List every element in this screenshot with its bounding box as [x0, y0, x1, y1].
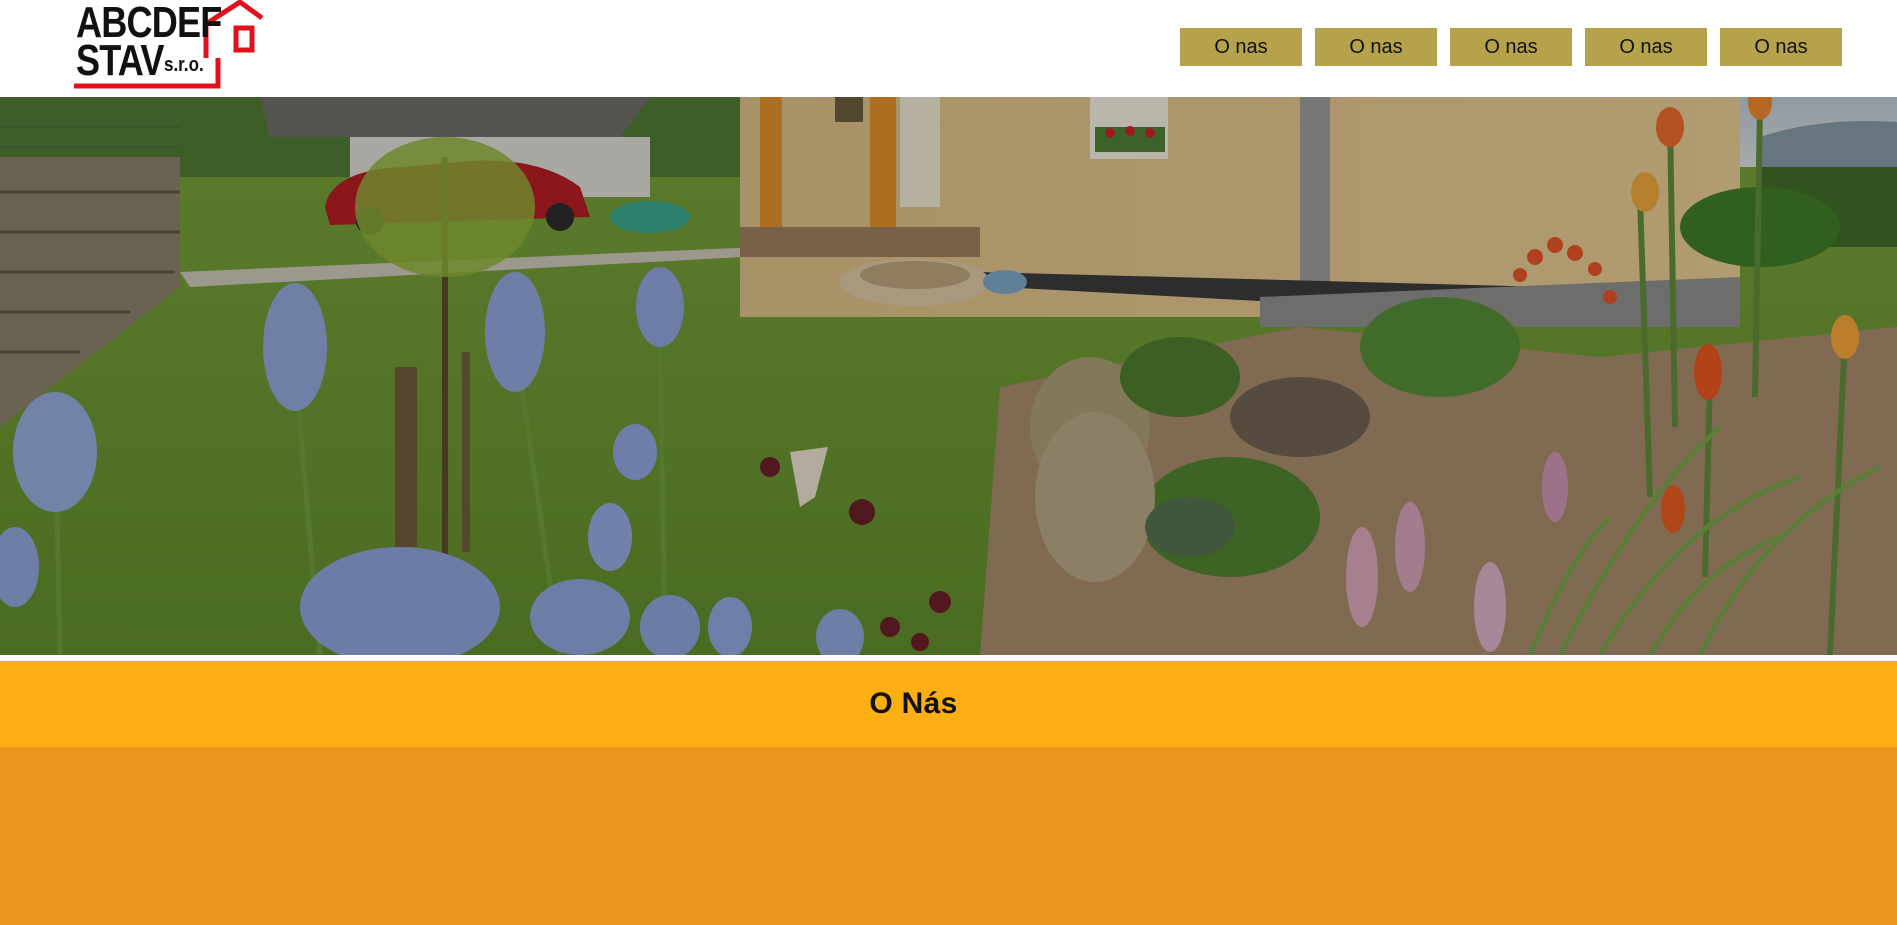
section-title-band: O Nás	[0, 661, 1897, 747]
hero-image	[0, 97, 1897, 655]
main-navigation: O nas O nas O nas O nas O nas	[1180, 28, 1842, 66]
company-logo[interactable]: ABCDEF STAV s.r.o.	[72, 0, 268, 92]
logo-suffix: s.r.o.	[164, 54, 204, 76]
logo-text-line2: STAV	[76, 36, 164, 85]
nav-button-1[interactable]: O nas	[1180, 28, 1302, 66]
nav-button-2[interactable]: O nas	[1315, 28, 1437, 66]
nav-button-3[interactable]: O nas	[1450, 28, 1572, 66]
section-content	[0, 747, 1897, 925]
nav-button-5[interactable]: O nas	[1720, 28, 1842, 66]
site-header: ABCDEF STAV s.r.o. O nas O nas O nas O n…	[0, 0, 1897, 97]
section-title: O Nás	[869, 687, 958, 720]
nav-button-4[interactable]: O nas	[1585, 28, 1707, 66]
